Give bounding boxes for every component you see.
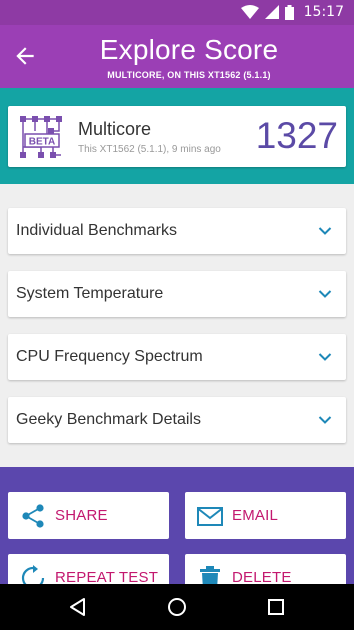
beta-logo-text: BETA <box>29 137 55 148</box>
share-button[interactable]: SHARE <box>8 492 169 539</box>
section-label: Geeky Benchmark Details <box>16 411 201 428</box>
score-meta: This XT1562 (5.1.1), 9 mins ago <box>78 144 221 155</box>
status-icons: 15:17 <box>240 4 344 20</box>
share-label: SHARE <box>55 507 108 524</box>
email-icon <box>197 507 223 526</box>
section-label: System Temperature <box>16 285 164 302</box>
repeat-test-button[interactable]: REPEAT TEST <box>8 554 169 587</box>
score-card: BETA Multicore This XT1562 (5.1.1), 9 mi… <box>8 106 346 167</box>
status-bar: 15:17 <box>0 0 354 25</box>
actions-band: SHARE EMAIL REPEAT TEST DELETE <box>0 467 354 587</box>
nav-back-icon[interactable] <box>67 596 89 618</box>
section-geeky-benchmark-details[interactable]: Geeky Benchmark Details <box>8 397 346 443</box>
chevron-down-icon <box>318 353 332 361</box>
status-time: 15:17 <box>303 4 344 20</box>
email-label: EMAIL <box>232 507 279 524</box>
beta-logo-icon: BETA <box>20 116 62 158</box>
app-bar: Explore Score MULTICORE, ON THIS XT1562 … <box>0 25 354 88</box>
chevron-down-icon <box>318 416 332 424</box>
score-value: 1327 <box>255 115 338 156</box>
wifi-icon <box>240 5 259 19</box>
signal-icon <box>264 5 279 19</box>
section-system-temperature[interactable]: System Temperature <box>8 271 346 317</box>
system-nav-bar <box>0 584 354 630</box>
chevron-down-icon <box>318 227 332 235</box>
section-label: CPU Frequency Spectrum <box>16 348 203 365</box>
score-label: Multicore <box>78 119 152 139</box>
page-title: Explore Score <box>99 34 279 65</box>
nav-home-icon[interactable] <box>166 596 188 618</box>
section-label: Individual Benchmarks <box>16 222 177 239</box>
section-cpu-frequency-spectrum[interactable]: CPU Frequency Spectrum <box>8 334 346 380</box>
page-subtitle: MULTICORE, ON THIS XT1562 (5.1.1) <box>107 70 271 80</box>
share-icon <box>22 504 44 528</box>
section-individual-benchmarks[interactable]: Individual Benchmarks <box>8 208 346 254</box>
delete-button[interactable]: DELETE <box>185 554 346 587</box>
nav-recents-icon[interactable] <box>265 596 287 618</box>
battery-icon <box>284 4 294 20</box>
chevron-down-icon <box>318 290 332 298</box>
email-button[interactable]: EMAIL <box>185 492 346 539</box>
